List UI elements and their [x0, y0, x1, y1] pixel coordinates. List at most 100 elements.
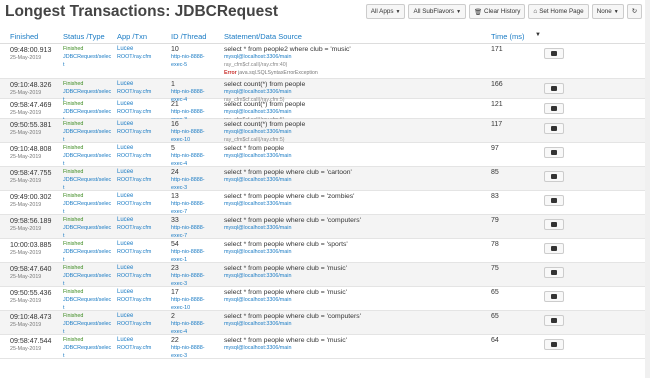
details-button[interactable] — [544, 339, 564, 350]
type-link-cont[interactable]: t — [63, 353, 65, 359]
column-finished[interactable]: Finished — [10, 32, 38, 41]
app-link[interactable]: Lucee — [117, 241, 133, 247]
app-link[interactable]: Lucee — [117, 101, 133, 107]
type-link[interactable]: JDBCRequest/selec — [63, 273, 115, 279]
table-row: 09:10:48.326 25-May-2019 Finished JDBCReque… — [0, 79, 645, 103]
app-link[interactable]: Lucee — [117, 289, 133, 295]
datasource-link[interactable]: mysql@localhost:3306/main — [224, 225, 292, 231]
refresh-button[interactable]: ↻ — [626, 4, 642, 19]
details-button[interactable] — [544, 219, 564, 230]
app-link[interactable]: Lucee — [117, 46, 133, 52]
type-link[interactable]: JDBCRequest/selec — [63, 225, 115, 231]
details-button[interactable] — [544, 171, 564, 182]
details-button[interactable] — [544, 83, 564, 94]
scrollbar[interactable] — [645, 0, 650, 378]
app-link[interactable]: Lucee — [117, 169, 133, 175]
app-link[interactable]: Lucee — [117, 145, 133, 151]
details-button[interactable] — [544, 195, 564, 206]
datasource-link[interactable]: mysql@localhost:3306/main — [224, 201, 292, 207]
app-link[interactable]: Lucee — [117, 121, 133, 127]
thread-link[interactable]: http-nio-8888- — [171, 249, 205, 255]
sort-desc-icon[interactable]: ▼ — [535, 32, 541, 38]
clear-history-button[interactable]: 🗑 Clear History — [469, 4, 526, 19]
thread-link-cont[interactable]: exec-5 — [171, 62, 187, 68]
datasource-link[interactable]: mysql@localhost:3306/main — [224, 177, 292, 183]
app-link[interactable]: Lucee — [117, 217, 133, 223]
thread-link[interactable]: http-nio-8888- — [171, 273, 205, 279]
toolbar: All Apps ▼ All SubFlavors ▼ 🗑 Clear History… — [365, 4, 642, 19]
txn-link[interactable]: ROOT/ray.cfm — [117, 177, 151, 183]
txn-link[interactable]: ROOT/ray.cfm — [117, 297, 151, 303]
type-link[interactable]: JDBCRequest/selec — [63, 129, 115, 135]
column-status-type[interactable]: Status /Type — [63, 32, 105, 41]
txn-link[interactable]: ROOT/ray.cfm — [117, 89, 151, 95]
datasource-link[interactable]: mysql@localhost:3306/main — [224, 153, 292, 159]
datasource-link[interactable]: mysql@localhost:3306/main — [224, 89, 292, 95]
column-id-thread[interactable]: ID /Thread — [171, 32, 206, 41]
details-button[interactable] — [544, 48, 564, 59]
column-app-txn[interactable]: App /Txn — [117, 32, 147, 41]
txn-link[interactable]: ROOT/ray.cfm — [117, 345, 151, 351]
thread-link-cont[interactable]: exec-3 — [171, 353, 187, 359]
column-time[interactable]: Time (ms) — [491, 32, 524, 41]
datasource-link[interactable]: mysql@localhost:3306/main — [224, 321, 292, 327]
details-button[interactable] — [544, 123, 564, 134]
type-link[interactable]: JDBCRequest/selec — [63, 321, 115, 327]
thread-link[interactable]: http-nio-8888- — [171, 321, 205, 327]
thread-link[interactable]: http-nio-8888- — [171, 109, 205, 115]
txn-link[interactable]: ROOT/ray.cfm — [117, 129, 151, 135]
details-button[interactable] — [544, 315, 564, 326]
datasource-link[interactable]: mysql@localhost:3306/main — [224, 129, 292, 135]
all-subflavors-dropdown[interactable]: All SubFlavors ▼ — [408, 4, 467, 19]
txn-link[interactable]: ROOT/ray.cfm — [117, 273, 151, 279]
txn-link[interactable]: ROOT/ray.cfm — [117, 225, 151, 231]
details-button[interactable] — [544, 291, 564, 302]
thread-link[interactable]: http-nio-8888- — [171, 177, 205, 183]
details-button[interactable] — [544, 243, 564, 254]
txn-link[interactable]: ROOT/ray.cfm — [117, 109, 151, 115]
type-link[interactable]: JDBCRequest/selec — [63, 345, 115, 351]
app-link[interactable]: Lucee — [117, 265, 133, 271]
app-link[interactable]: Lucee — [117, 193, 133, 199]
thread-link[interactable]: http-nio-8888- — [171, 54, 205, 60]
thread-link[interactable]: http-nio-8888- — [171, 153, 205, 159]
datasource-link[interactable]: mysql@localhost:3306/main — [224, 273, 292, 279]
details-button[interactable] — [544, 267, 564, 278]
thread-link[interactable]: http-nio-8888- — [171, 225, 205, 231]
thread-link[interactable]: http-nio-8888- — [171, 201, 205, 207]
thread-link[interactable]: http-nio-8888- — [171, 297, 205, 303]
type-link[interactable]: JDBCRequest/selec — [63, 297, 115, 303]
all-apps-dropdown[interactable]: All Apps ▼ — [365, 4, 406, 19]
txn-link[interactable]: ROOT/ray.cfm — [117, 249, 151, 255]
type-link[interactable]: JDBCRequest/selec — [63, 89, 115, 95]
type-link[interactable]: JDBCRequest/selec — [63, 201, 115, 207]
type-link[interactable]: JDBCRequest/selec — [63, 153, 115, 159]
details-button[interactable] — [544, 103, 564, 114]
txn-link[interactable]: ROOT/ray.cfm — [117, 321, 151, 327]
type-link[interactable]: JDBCRequest/selec — [63, 54, 115, 60]
refresh-icon: ↻ — [631, 8, 637, 15]
thread-link[interactable]: http-nio-8888- — [171, 129, 205, 135]
thread-link[interactable]: http-nio-8888- — [171, 345, 205, 351]
app-link[interactable]: Lucee — [117, 313, 133, 319]
txn-link[interactable]: ROOT/ray.cfm — [117, 153, 151, 159]
datasource-link[interactable]: mysql@localhost:3306/main — [224, 249, 292, 255]
none-dropdown[interactable]: None ▼ — [591, 4, 624, 19]
datasource-link[interactable]: mysql@localhost:3306/main — [224, 345, 292, 351]
app-link[interactable]: Lucee — [117, 81, 133, 87]
type-link[interactable]: JDBCRequest/selec — [63, 249, 115, 255]
column-statement[interactable]: Statement/Data Source — [224, 32, 302, 41]
type-link[interactable]: JDBCRequest/selec — [63, 109, 115, 115]
datasource-link[interactable]: mysql@localhost:3306/main — [224, 297, 292, 303]
set-home-page-button[interactable]: ⌂ Set Home Page — [528, 4, 589, 19]
app-link[interactable]: Lucee — [117, 337, 133, 343]
datasource-link[interactable]: mysql@localhost:3306/main — [224, 54, 292, 60]
thread-link[interactable]: http-nio-8888- — [171, 89, 205, 95]
type-link-cont[interactable]: t — [63, 62, 65, 68]
txn-link[interactable]: ROOT/ray.cfm — [117, 201, 151, 207]
type-link[interactable]: JDBCRequest/selec — [63, 177, 115, 183]
details-button[interactable] — [544, 147, 564, 158]
details-icon — [551, 342, 557, 347]
txn-link[interactable]: ROOT/ray.cfm — [117, 54, 151, 60]
datasource-link[interactable]: mysql@localhost:3306/main — [224, 109, 292, 115]
